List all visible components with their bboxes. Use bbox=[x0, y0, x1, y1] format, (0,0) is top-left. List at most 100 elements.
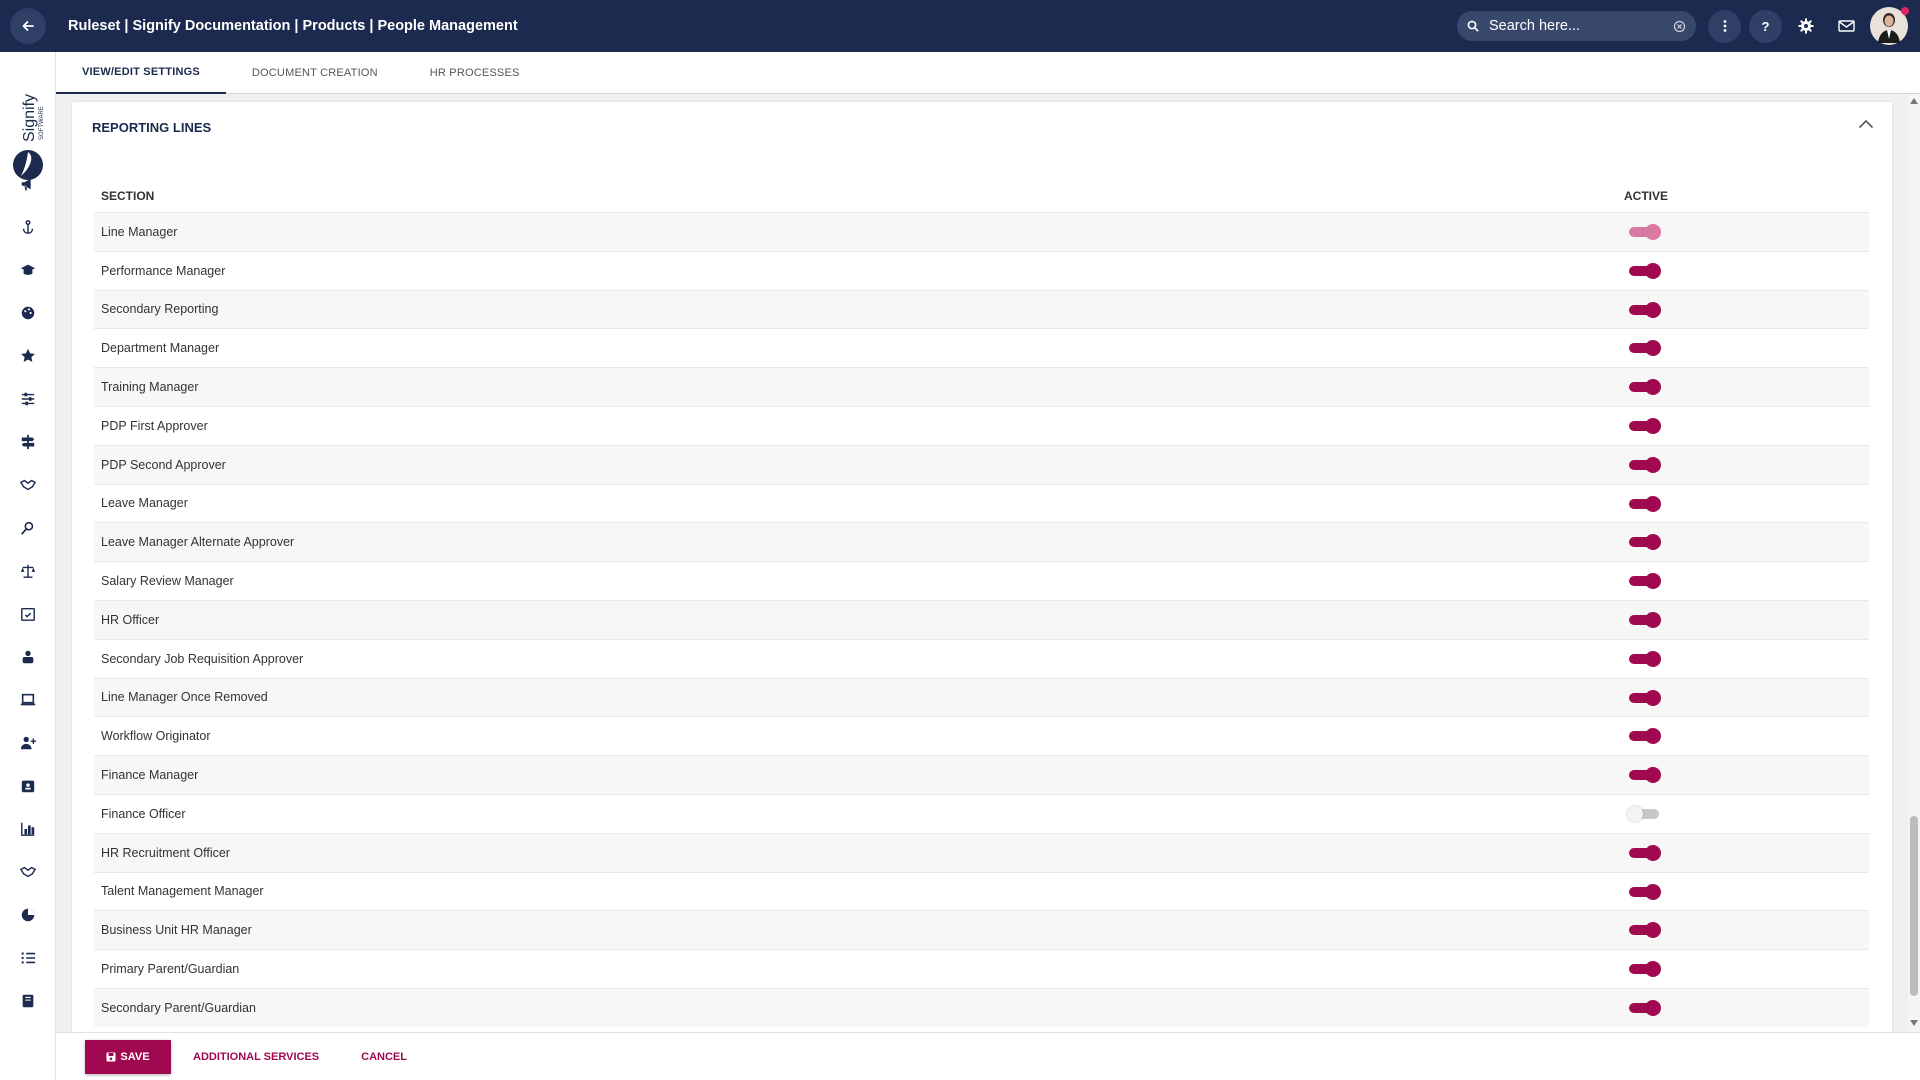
card-header[interactable]: REPORTING LINES bbox=[72, 102, 1892, 152]
search-person-icon[interactable] bbox=[18, 518, 38, 538]
active-cell bbox=[1624, 950, 1869, 988]
signpost-icon[interactable] bbox=[18, 432, 38, 452]
active-cell bbox=[1624, 446, 1869, 484]
calendar-check-icon[interactable] bbox=[18, 604, 38, 624]
page-scrollbar[interactable] bbox=[1908, 94, 1920, 1034]
save-button[interactable]: SAVE bbox=[85, 1039, 171, 1074]
tab-hr-processes[interactable]: HR PROCESSES bbox=[404, 52, 546, 93]
row-label: Line Manager bbox=[101, 224, 178, 239]
active-toggle[interactable] bbox=[1627, 340, 1661, 357]
active-cell bbox=[1624, 911, 1869, 949]
card-title: REPORTING LINES bbox=[92, 119, 212, 135]
active-toggle[interactable] bbox=[1627, 301, 1661, 318]
active-toggle[interactable] bbox=[1627, 417, 1661, 434]
table-row: Secondary Reporting bbox=[94, 289, 1869, 329]
active-cell bbox=[1624, 834, 1869, 872]
active-toggle[interactable] bbox=[1627, 689, 1661, 706]
search-input[interactable] bbox=[1487, 17, 1673, 35]
svg-text:Signify: Signify bbox=[21, 94, 38, 142]
user-plus-icon[interactable] bbox=[18, 733, 38, 753]
id-badge-icon[interactable] bbox=[18, 776, 38, 796]
toggle-knob bbox=[1645, 767, 1661, 784]
active-cell bbox=[1624, 756, 1869, 794]
chevron-up-icon[interactable] bbox=[1858, 119, 1874, 129]
help-button[interactable]: ? bbox=[1749, 9, 1782, 43]
table-row: Secondary Job Requisition Approver bbox=[94, 638, 1869, 678]
row-label: HR Recruitment Officer bbox=[101, 845, 230, 860]
table-row: HR Officer bbox=[94, 599, 1869, 639]
active-toggle[interactable] bbox=[1627, 922, 1661, 939]
active-toggle[interactable] bbox=[1627, 650, 1661, 667]
question-mark-icon: ? bbox=[1761, 18, 1770, 34]
table-row: PDP First Approver bbox=[94, 405, 1869, 445]
bar-chart-icon[interactable] bbox=[18, 819, 38, 839]
active-cell bbox=[1624, 717, 1869, 755]
search-icon bbox=[1467, 20, 1479, 32]
list-ordered-icon[interactable] bbox=[18, 948, 38, 968]
tab-view-edit-settings[interactable]: VIEW/EDIT SETTINGS bbox=[56, 52, 226, 94]
user-avatar[interactable] bbox=[1870, 7, 1909, 45]
settings-button[interactable] bbox=[1790, 10, 1822, 42]
graduation-cap-icon[interactable] bbox=[18, 260, 38, 280]
cancel-button[interactable]: CANCEL bbox=[361, 1051, 407, 1063]
active-toggle[interactable] bbox=[1627, 883, 1661, 900]
active-toggle[interactable] bbox=[1627, 456, 1661, 473]
back-button[interactable] bbox=[10, 8, 46, 44]
table-row: Line Manager bbox=[94, 212, 1869, 251]
row-label: Workflow Originator bbox=[101, 729, 211, 744]
active-toggle[interactable] bbox=[1627, 961, 1661, 978]
row-label: Department Manager bbox=[101, 341, 220, 356]
active-cell bbox=[1624, 213, 1869, 251]
active-toggle[interactable] bbox=[1627, 573, 1661, 590]
active-cell bbox=[1624, 795, 1869, 833]
active-cell bbox=[1624, 329, 1869, 367]
footer-actions: SAVE ADDITIONAL SERVICES CANCEL bbox=[56, 1032, 1920, 1080]
active-toggle[interactable] bbox=[1627, 224, 1661, 240]
handshake-alt-icon[interactable] bbox=[18, 862, 38, 882]
megaphone-icon[interactable] bbox=[18, 174, 38, 194]
star-icon[interactable] bbox=[18, 346, 38, 366]
people-hands-icon[interactable] bbox=[18, 647, 38, 667]
scrollbar-thumb[interactable] bbox=[1910, 816, 1918, 996]
active-toggle[interactable] bbox=[1627, 611, 1661, 628]
palette-icon[interactable] bbox=[18, 303, 38, 323]
active-toggle[interactable] bbox=[1627, 767, 1661, 784]
table-row: Line Manager Once Removed bbox=[94, 677, 1869, 717]
active-toggle[interactable] bbox=[1627, 805, 1661, 822]
top-bar: Ruleset | Signify Documentation | Produc… bbox=[0, 0, 1920, 52]
active-toggle[interactable] bbox=[1627, 728, 1661, 745]
active-toggle[interactable] bbox=[1627, 844, 1661, 861]
row-label: Business Unit HR Manager bbox=[101, 923, 252, 938]
row-label: Secondary Job Requisition Approver bbox=[101, 651, 304, 666]
tab-document-creation[interactable]: DOCUMENT CREATION bbox=[226, 52, 404, 93]
pie-chart-icon[interactable] bbox=[18, 905, 38, 925]
scroll-down-arrow-icon[interactable] bbox=[1910, 1020, 1918, 1026]
sliders-icon[interactable] bbox=[18, 389, 38, 409]
handshake-icon[interactable] bbox=[18, 475, 38, 495]
active-toggle[interactable] bbox=[1627, 262, 1661, 279]
row-label: Talent Management Manager bbox=[101, 884, 264, 899]
clear-search-icon[interactable] bbox=[1673, 20, 1686, 33]
search-box[interactable] bbox=[1457, 11, 1696, 41]
messages-button[interactable] bbox=[1830, 10, 1862, 42]
active-toggle[interactable] bbox=[1627, 534, 1661, 551]
row-label: Finance Officer bbox=[101, 806, 186, 821]
toggle-knob bbox=[1645, 728, 1661, 745]
table-row: Finance Officer bbox=[94, 793, 1869, 833]
more-options-button[interactable] bbox=[1708, 9, 1741, 43]
active-toggle[interactable] bbox=[1627, 999, 1661, 1016]
tab-bar: VIEW/EDIT SETTINGS DOCUMENT CREATION HR … bbox=[56, 52, 1920, 94]
row-label: Salary Review Manager bbox=[101, 574, 234, 589]
laptop-icon[interactable] bbox=[18, 690, 38, 710]
table-row: HR Recruitment Officer bbox=[94, 832, 1869, 872]
anchor-icon[interactable] bbox=[18, 217, 38, 237]
scroll-up-arrow-icon[interactable] bbox=[1910, 98, 1918, 104]
toggle-knob bbox=[1645, 999, 1661, 1016]
balance-scale-icon[interactable] bbox=[18, 561, 38, 581]
additional-services-button[interactable]: ADDITIONAL SERVICES bbox=[193, 1051, 319, 1063]
toggle-knob bbox=[1645, 495, 1661, 512]
book-icon[interactable] bbox=[18, 991, 38, 1011]
active-toggle[interactable] bbox=[1627, 495, 1661, 512]
row-label: HR Officer bbox=[101, 612, 160, 627]
active-toggle[interactable] bbox=[1627, 379, 1661, 396]
